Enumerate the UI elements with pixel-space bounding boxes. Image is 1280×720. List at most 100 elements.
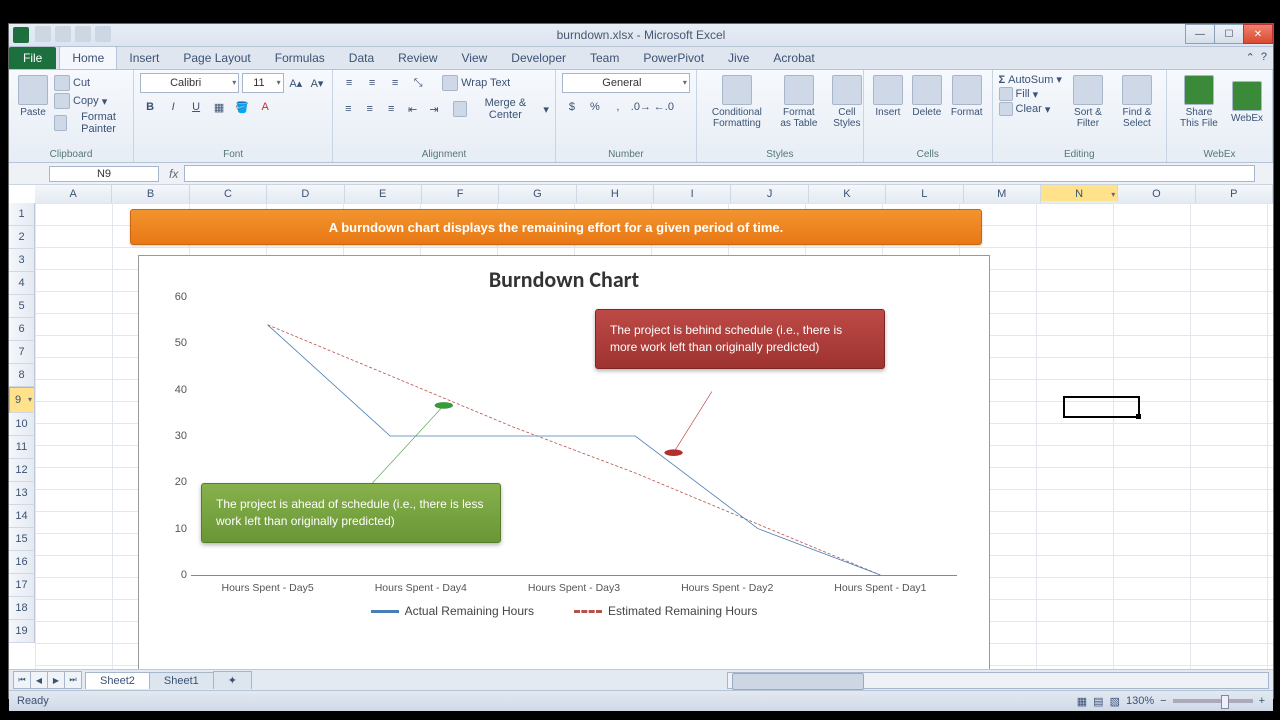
row-headers[interactable]: 12345678910111213141516171819: [9, 203, 35, 643]
underline-button[interactable]: U: [186, 97, 206, 117]
minimize-button[interactable]: —: [1185, 24, 1215, 44]
align-top[interactable]: ≡: [339, 73, 359, 93]
horizontal-scrollbar[interactable]: [727, 672, 1269, 689]
column-headers[interactable]: ABCDEFGHIJKLMNOP: [35, 185, 1273, 204]
format-as-table-button[interactable]: Format as Table: [774, 73, 824, 131]
sheet-nav-prev[interactable]: ◀: [30, 671, 48, 689]
paste-button[interactable]: Paste: [15, 73, 51, 120]
clear-button[interactable]: Clear ▾: [999, 102, 1062, 116]
font-name-select[interactable]: Calibri: [140, 73, 239, 93]
format-cells-button[interactable]: Format: [948, 73, 986, 120]
accounting-button[interactable]: $: [562, 97, 582, 117]
tab-developer[interactable]: Developer: [499, 47, 578, 69]
italic-button[interactable]: I: [163, 97, 183, 117]
zoom-out-button[interactable]: −: [1160, 695, 1166, 707]
tab-acrobat[interactable]: Acrobat: [761, 47, 826, 69]
font-color-button[interactable]: A: [255, 97, 275, 117]
border-button[interactable]: ▦: [209, 97, 229, 117]
zoom-level[interactable]: 130%: [1126, 695, 1154, 707]
bold-button[interactable]: B: [140, 97, 160, 117]
group-clipboard: Paste Cut Copy ▾ Format Painter Clipboar…: [9, 70, 134, 162]
group-styles: Conditional Formatting Format as Table C…: [697, 70, 864, 162]
active-cell[interactable]: [1063, 396, 1140, 418]
cf-icon: [722, 75, 752, 105]
insert-cells-button[interactable]: Insert: [870, 73, 906, 120]
group-editing: Σ AutoSum ▾ Fill ▾ Clear ▾ Sort & Filter…: [993, 70, 1167, 162]
worksheet[interactable]: ABCDEFGHIJKLMNOP 12345678910111213141516…: [9, 185, 1273, 669]
ribbon-tabs: File Home Insert Page Layout Formulas Da…: [9, 47, 1273, 70]
number-format-select[interactable]: General: [562, 73, 690, 93]
file-tab[interactable]: File: [9, 47, 56, 69]
zoom-in-button[interactable]: +: [1259, 695, 1265, 707]
ribbon-minimize-icon[interactable]: ⌃: [1246, 51, 1255, 64]
font-size-select[interactable]: 11: [242, 73, 283, 93]
orientation-button[interactable]: ⤡: [408, 73, 428, 93]
view-pagebreak-icon[interactable]: ▧: [1110, 695, 1120, 708]
cell-grid[interactable]: A burndown chart displays the remaining …: [35, 203, 1273, 669]
view-layout-icon[interactable]: ▤: [1093, 695, 1103, 708]
cut-button[interactable]: Cut: [54, 75, 127, 91]
align-middle[interactable]: ≡: [362, 73, 382, 93]
tab-jive[interactable]: Jive: [716, 47, 761, 69]
indent-dec[interactable]: ⇤: [403, 99, 421, 119]
tab-team[interactable]: Team: [578, 47, 631, 69]
view-normal-icon[interactable]: ▦: [1077, 695, 1087, 708]
inc-decimal-button[interactable]: .0→: [631, 97, 651, 117]
find-select-button[interactable]: Find & Select: [1114, 73, 1160, 131]
group-cells: Insert Delete Format Cells: [864, 70, 993, 162]
status-bar: Ready ▦ ▤ ▧ 130% − +: [9, 690, 1273, 711]
sort-filter-button[interactable]: Sort & Filter: [1065, 73, 1111, 131]
align-bottom[interactable]: ≡: [385, 73, 405, 93]
tab-review[interactable]: Review: [386, 47, 449, 69]
percent-button[interactable]: %: [585, 97, 605, 117]
sheet-nav-next[interactable]: ▶: [47, 671, 65, 689]
tab-insert[interactable]: Insert: [117, 47, 171, 69]
share-file-button[interactable]: Share This File: [1173, 73, 1225, 131]
webex-button[interactable]: WebEx: [1228, 79, 1266, 126]
sheet-nav-first[interactable]: ⏮: [13, 671, 31, 689]
tab-page-layout[interactable]: Page Layout: [171, 47, 262, 69]
wrap-text-button[interactable]: Wrap Text: [442, 75, 510, 91]
tab-home[interactable]: Home: [59, 46, 117, 69]
comma-button[interactable]: ,: [608, 97, 628, 117]
new-sheet-button[interactable]: ✦: [213, 671, 252, 689]
close-button[interactable]: ✕: [1243, 24, 1273, 44]
merge-center-button[interactable]: Merge & Center ▾: [453, 97, 549, 121]
fill-button[interactable]: Fill ▾: [999, 87, 1062, 101]
tab-view[interactable]: View: [450, 47, 500, 69]
quick-access-toolbar[interactable]: [35, 26, 111, 42]
help-icon[interactable]: ?: [1261, 51, 1267, 64]
find-icon: [1122, 75, 1152, 105]
sheet-nav-last[interactable]: ⏭: [64, 671, 82, 689]
name-box[interactable]: N9: [49, 166, 159, 182]
table-icon: [784, 75, 814, 105]
cell-styles-button[interactable]: Cell Styles: [827, 73, 867, 131]
tab-data[interactable]: Data: [337, 47, 386, 69]
align-right[interactable]: ≡: [382, 99, 400, 119]
maximize-button[interactable]: ☐: [1214, 24, 1244, 44]
status-ready: Ready: [17, 695, 49, 707]
tab-powerpivot[interactable]: PowerPivot: [631, 47, 716, 69]
autosum-button[interactable]: Σ AutoSum ▾: [999, 73, 1062, 86]
fill-color-button[interactable]: 🪣: [232, 97, 252, 117]
sheet-tab-sheet2[interactable]: Sheet2: [85, 672, 150, 689]
tab-formulas[interactable]: Formulas: [263, 47, 337, 69]
format-icon: [952, 75, 982, 105]
zoom-slider[interactable]: [1173, 699, 1253, 703]
fx-icon[interactable]: fx: [169, 167, 178, 181]
indent-inc[interactable]: ⇥: [425, 99, 443, 119]
align-left[interactable]: ≡: [339, 99, 357, 119]
copy-button[interactable]: Copy ▾: [54, 93, 127, 109]
chart-plot-area: 60 50 40 30 20 10 0 The projec: [191, 297, 957, 576]
formula-bar[interactable]: [184, 165, 1255, 182]
delete-cells-button[interactable]: Delete: [909, 73, 945, 120]
wrap-icon: [442, 75, 458, 91]
burndown-chart[interactable]: Burndown Chart 60 50 40 30 20 10 0: [138, 255, 990, 669]
grow-font-button[interactable]: A▴: [287, 73, 305, 93]
shrink-font-button[interactable]: A▾: [308, 73, 326, 93]
align-center[interactable]: ≡: [361, 99, 379, 119]
format-painter-button[interactable]: Format Painter: [54, 111, 127, 135]
conditional-formatting-button[interactable]: Conditional Formatting: [703, 73, 771, 131]
sheet-tab-sheet1[interactable]: Sheet1: [149, 672, 214, 689]
dec-decimal-button[interactable]: ←.0: [654, 97, 674, 117]
